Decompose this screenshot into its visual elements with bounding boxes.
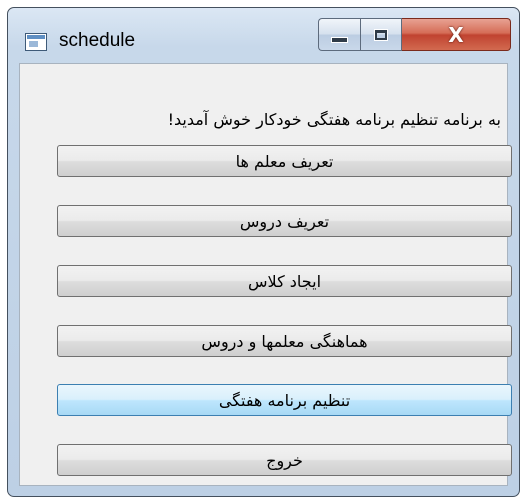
caption-buttons: X [318,18,511,51]
minimize-icon [331,36,348,43]
maximize-button[interactable] [360,18,402,51]
create-class-button[interactable]: ایجاد کلاس [57,265,512,297]
exit-button[interactable]: خروج [57,444,512,476]
app-window: schedule X به برنامه تنظیم برنامه هفتگی … [7,7,520,497]
welcome-message: به برنامه تنظیم برنامه هفتگی خودکار خوش … [167,110,501,129]
minimize-button[interactable] [318,18,360,51]
title-bar[interactable]: schedule X [8,8,519,58]
define-teachers-button[interactable]: تعریف معلم ها [57,145,512,177]
coordinate-teachers-courses-button[interactable]: هماهنگی معلمها و دروس [57,325,512,357]
close-button[interactable]: X [402,18,511,51]
maximize-icon [374,28,388,41]
window-title: schedule [59,30,136,51]
set-weekly-schedule-button[interactable]: تنظیم برنامه هفتگی [57,384,512,416]
application-window-icon[interactable] [25,33,47,51]
close-icon: X [448,22,464,47]
client-area: به برنامه تنظیم برنامه هفتگی خودکار خوش … [19,63,512,486]
define-courses-button[interactable]: تعریف دروس [57,205,512,237]
